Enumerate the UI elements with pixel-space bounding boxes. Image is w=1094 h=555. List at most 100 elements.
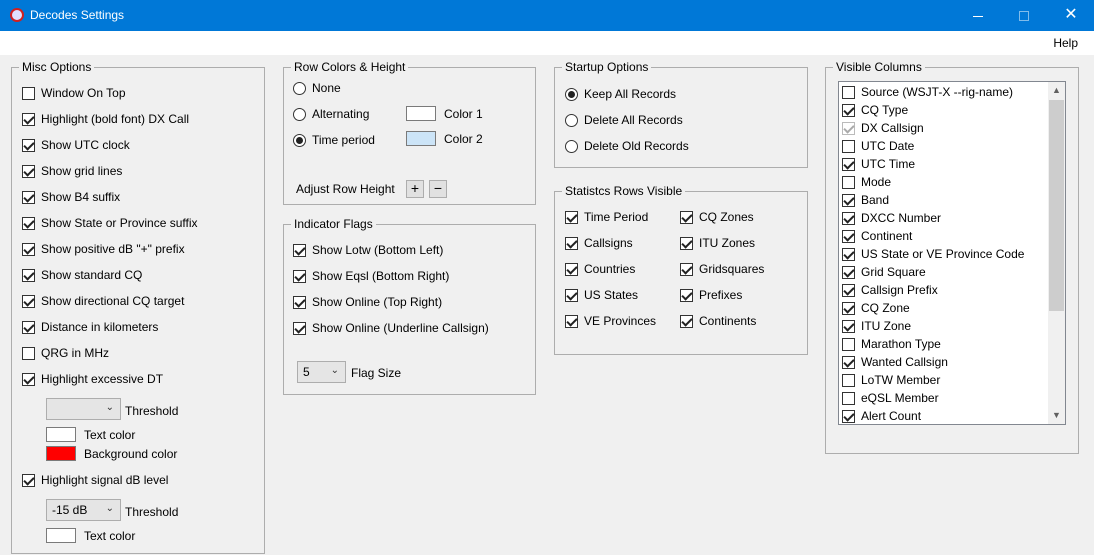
indicator-flag-2-row[interactable]: Show Online (Top Right) — [293, 294, 442, 310]
misc-option-4-checkbox[interactable] — [22, 190, 35, 204]
misc-option-6-row[interactable]: Show positive dB "+" prefix — [22, 241, 185, 257]
visible-column-8-row[interactable]: Continent — [842, 228, 912, 244]
stats-row-b4-row[interactable]: Continents — [680, 313, 756, 329]
visible-column-4-checkbox[interactable] — [842, 157, 855, 171]
visible-column-2-row[interactable]: DX Callsign — [842, 120, 924, 136]
misc-option-0-row[interactable]: Window On Top — [22, 85, 126, 101]
stats-row-b1-checkbox[interactable] — [680, 236, 693, 250]
scroll-thumb[interactable] — [1049, 100, 1064, 311]
indicator-flag-2-checkbox[interactable] — [293, 295, 306, 309]
stats-row-b3-checkbox[interactable] — [680, 288, 693, 302]
visible-column-0-row[interactable]: Source (WSJT-X --rig-name) — [842, 84, 1013, 100]
signal-threshold-select[interactable]: -15 dB ⌄ — [46, 499, 121, 521]
stats-row-b0-row[interactable]: CQ Zones — [680, 209, 754, 225]
row-color-option-0-radio[interactable] — [293, 81, 306, 95]
dt-text-color-swatch[interactable] — [46, 427, 76, 442]
flag-size-select[interactable]: 5 ⌄ — [297, 361, 346, 383]
misc-option-8-row[interactable]: Show directional CQ target — [22, 293, 184, 309]
visible-column-8-checkbox[interactable] — [842, 229, 855, 243]
misc-option-9-row[interactable]: Distance in kilometers — [22, 319, 158, 335]
stats-row-b3-row[interactable]: Prefixes — [680, 287, 742, 303]
stats-row-b0-checkbox[interactable] — [680, 210, 693, 224]
row-height-plus-button[interactable]: + — [406, 180, 424, 198]
visible-column-16-checkbox[interactable] — [842, 373, 855, 387]
stats-row-b4-checkbox[interactable] — [680, 314, 693, 328]
indicator-flag-3-checkbox[interactable] — [293, 321, 306, 335]
misc-option-1-row[interactable]: Highlight (bold font) DX Call — [22, 111, 189, 127]
visible-column-3-row[interactable]: UTC Date — [842, 138, 914, 154]
visible-column-4-row[interactable]: UTC Time — [842, 156, 915, 172]
visible-column-6-checkbox[interactable] — [842, 193, 855, 207]
misc-option-10-row[interactable]: QRG in MHz — [22, 345, 109, 361]
row-height-minus-button[interactable]: − — [429, 180, 447, 198]
visible-column-18-row[interactable]: Alert Count — [842, 408, 921, 424]
stats-row-a4-row[interactable]: VE Provinces — [565, 313, 656, 329]
misc-option-7-checkbox[interactable] — [22, 268, 35, 282]
visible-column-10-checkbox[interactable] — [842, 265, 855, 279]
indicator-flag-1-row[interactable]: Show Eqsl (Bottom Right) — [293, 268, 449, 284]
color2-swatch[interactable] — [406, 131, 436, 146]
stats-row-a2-checkbox[interactable] — [565, 262, 578, 276]
visible-column-1-row[interactable]: CQ Type — [842, 102, 908, 118]
visible-column-14-checkbox[interactable] — [842, 337, 855, 351]
row-color-option-2-radio[interactable] — [293, 133, 306, 147]
misc-option-5-row[interactable]: Show State or Province suffix — [22, 215, 198, 231]
visible-column-11-checkbox[interactable] — [842, 283, 855, 297]
stats-row-a4-checkbox[interactable] — [565, 314, 578, 328]
misc-option-8-checkbox[interactable] — [22, 294, 35, 308]
stats-row-a3-checkbox[interactable] — [565, 288, 578, 302]
visible-column-12-row[interactable]: CQ Zone — [842, 300, 910, 316]
signal-db-checkbox-row[interactable]: Highlight signal dB level — [22, 472, 168, 488]
stats-row-a1-row[interactable]: Callsigns — [565, 235, 633, 251]
misc-option-11-checkbox[interactable] — [22, 372, 35, 386]
stats-row-b2-checkbox[interactable] — [680, 262, 693, 276]
close-button[interactable]: ✕ — [1048, 0, 1094, 31]
stats-row-a0-row[interactable]: Time Period — [565, 209, 648, 225]
visible-column-6-row[interactable]: Band — [842, 192, 889, 208]
misc-option-10-checkbox[interactable] — [22, 346, 35, 360]
visible-column-13-row[interactable]: ITU Zone — [842, 318, 911, 334]
visible-column-11-row[interactable]: Callsign Prefix — [842, 282, 938, 298]
visible-column-3-checkbox[interactable] — [842, 139, 855, 153]
stats-row-a2-row[interactable]: Countries — [565, 261, 635, 277]
visible-columns-scrollbar[interactable]: ▲ ▼ — [1048, 82, 1065, 424]
stats-row-a0-checkbox[interactable] — [565, 210, 578, 224]
indicator-flag-0-checkbox[interactable] — [293, 243, 306, 257]
menu-help[interactable]: Help — [1053, 36, 1078, 50]
misc-option-11-row[interactable]: Highlight excessive DT — [22, 371, 163, 387]
color1-swatch[interactable] — [406, 106, 436, 121]
dt-threshold-select[interactable]: ⌄ — [46, 398, 121, 420]
visible-column-5-checkbox[interactable] — [842, 175, 855, 189]
stats-row-b1-row[interactable]: ITU Zones — [680, 235, 755, 251]
misc-option-3-checkbox[interactable] — [22, 164, 35, 178]
stats-row-a3-row[interactable]: US States — [565, 287, 638, 303]
misc-option-5-checkbox[interactable] — [22, 216, 35, 230]
visible-column-7-checkbox[interactable] — [842, 211, 855, 225]
visible-column-17-row[interactable]: eQSL Member — [842, 390, 939, 406]
startup-option-1-row[interactable]: Delete All Records — [565, 112, 683, 128]
visible-column-14-row[interactable]: Marathon Type — [842, 336, 941, 352]
misc-option-2-row[interactable]: Show UTC clock — [22, 137, 130, 153]
startup-option-0-radio[interactable] — [565, 87, 578, 101]
misc-option-4-row[interactable]: Show B4 suffix — [22, 189, 120, 205]
visible-column-7-row[interactable]: DXCC Number — [842, 210, 941, 226]
indicator-flag-3-row[interactable]: Show Online (Underline Callsign) — [293, 320, 489, 336]
visible-column-9-row[interactable]: US State or VE Province Code — [842, 246, 1024, 262]
visible-column-10-row[interactable]: Grid Square — [842, 264, 926, 280]
visible-column-5-row[interactable]: Mode — [842, 174, 891, 190]
visible-column-18-checkbox[interactable] — [842, 409, 855, 423]
signal-db-checkbox[interactable] — [22, 473, 35, 487]
indicator-flag-1-checkbox[interactable] — [293, 269, 306, 283]
row-color-option-1-radio[interactable] — [293, 107, 306, 121]
misc-option-7-row[interactable]: Show standard CQ — [22, 267, 142, 283]
visible-column-9-checkbox[interactable] — [842, 247, 855, 261]
scroll-up-icon[interactable]: ▲ — [1048, 82, 1065, 99]
startup-option-2-radio[interactable] — [565, 139, 578, 153]
dt-bg-color-swatch[interactable] — [46, 446, 76, 461]
visible-column-16-row[interactable]: LoTW Member — [842, 372, 940, 388]
visible-column-0-checkbox[interactable] — [842, 85, 855, 99]
misc-option-9-checkbox[interactable] — [22, 320, 35, 334]
misc-option-3-row[interactable]: Show grid lines — [22, 163, 122, 179]
startup-option-0-row[interactable]: Keep All Records — [565, 86, 676, 102]
scroll-down-icon[interactable]: ▼ — [1048, 407, 1065, 424]
